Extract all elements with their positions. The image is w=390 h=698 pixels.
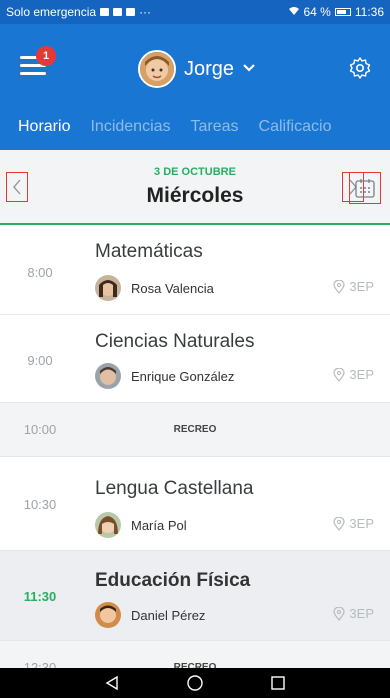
home-circle-icon [187,675,203,691]
clock: 11:36 [354,5,384,19]
status-bar: Solo emergencia ··· 64 % 11:36 [0,0,390,24]
more-notifications: ··· [139,5,152,19]
slot-time: 10:30 [23,497,57,512]
location-pin-icon [333,606,346,621]
list-item[interactable]: 10:30 Lengua Castellana María Pol 3EP [0,457,390,551]
location-pin-icon [333,279,346,294]
status-right: 64 % 11:36 [288,5,384,19]
list-item-current[interactable]: 11:30 Educación Física Daniel Pérez 3EP [0,551,390,641]
notification-badge: 1 [36,46,56,66]
avatar [95,512,121,538]
location-pin-icon [333,367,346,382]
slot-time: 9:00 [27,353,53,368]
slot-room: 3EP [333,606,374,621]
slot-room: 3EP [333,367,374,382]
notification-icon [100,8,110,16]
tab-calificaciones[interactable]: Calificacio [249,114,342,150]
avatar [95,275,121,301]
room-code: 3EP [349,606,374,621]
calendar-button[interactable] [349,172,381,204]
tab-tareas[interactable]: Tareas [181,114,249,150]
back-button[interactable] [102,673,122,693]
carrier-text: Solo emergencia [6,5,97,19]
slot-time: 8:00 [27,265,53,280]
notification-icon [126,8,136,16]
recess-label: RECREO [173,424,217,435]
room-code: 3EP [349,279,374,294]
tab-bar: Horario Incidencias Tareas Calificacio [0,114,390,150]
battery-percent: 64 % [303,5,331,19]
day-date: 3 DE OCTUBRE [154,166,236,178]
room-code: 3EP [349,516,374,531]
slot-teacher: Daniel Pérez [95,602,205,628]
settings-button[interactable] [348,56,372,80]
calendar-icon [355,179,375,198]
status-left: Solo emergencia ··· [6,5,151,19]
battery-icon [334,8,351,16]
menu-icon [20,72,46,75]
gear-icon [349,57,371,79]
slot-teacher: Enrique González [95,363,234,389]
avatar [95,602,121,628]
tab-horario[interactable]: Horario [0,114,80,150]
recents-button[interactable] [268,673,288,693]
teacher-name: María Pol [131,517,187,533]
teacher-name: Rosa Valencia [131,280,214,296]
location-pin-icon [333,516,346,531]
slot-subject: Ciencias Naturales [95,331,255,352]
avatar [95,363,121,389]
teacher-name: Enrique González [131,368,235,384]
slot-room: 3EP [333,279,374,294]
back-triangle-icon [105,675,118,691]
system-nav-bar [0,668,390,698]
chevron-down-icon [242,60,256,78]
slot-subject: Educación Física [95,570,251,591]
day-weekday: Miércoles [146,184,244,207]
menu-button[interactable]: 1 [20,46,56,76]
slot-subject: Lengua Castellana [95,478,254,499]
day-navigator: 3 DE OCTUBRE Miércoles [0,150,390,225]
room-code: 3EP [349,367,374,382]
slot-teacher: María Pol [95,512,187,538]
wifi-icon [288,5,300,19]
list-item[interactable]: 8:00 Matemáticas Rosa Valencia 3EP [0,227,390,315]
list-item[interactable]: 9:00 Ciencias Naturales Enrique González… [0,315,390,403]
tab-incidencias[interactable]: Incidencias [80,114,180,150]
recess-row: 10:00 RECREO [0,403,390,457]
slot-subject: Matemáticas [95,241,203,262]
avatar [138,50,176,88]
user-switcher[interactable]: Jorge [138,50,256,88]
teacher-name: Daniel Pérez [131,607,206,623]
recents-square-icon [271,676,286,690]
slot-time: 11:30 [23,589,57,604]
notification-icon [113,8,123,16]
slot-teacher: Rosa Valencia [95,275,214,301]
app-bar: 1 Jorge [0,24,390,114]
slot-room: 3EP [333,516,374,531]
user-name: Jorge [184,57,235,80]
home-button[interactable] [185,673,205,693]
